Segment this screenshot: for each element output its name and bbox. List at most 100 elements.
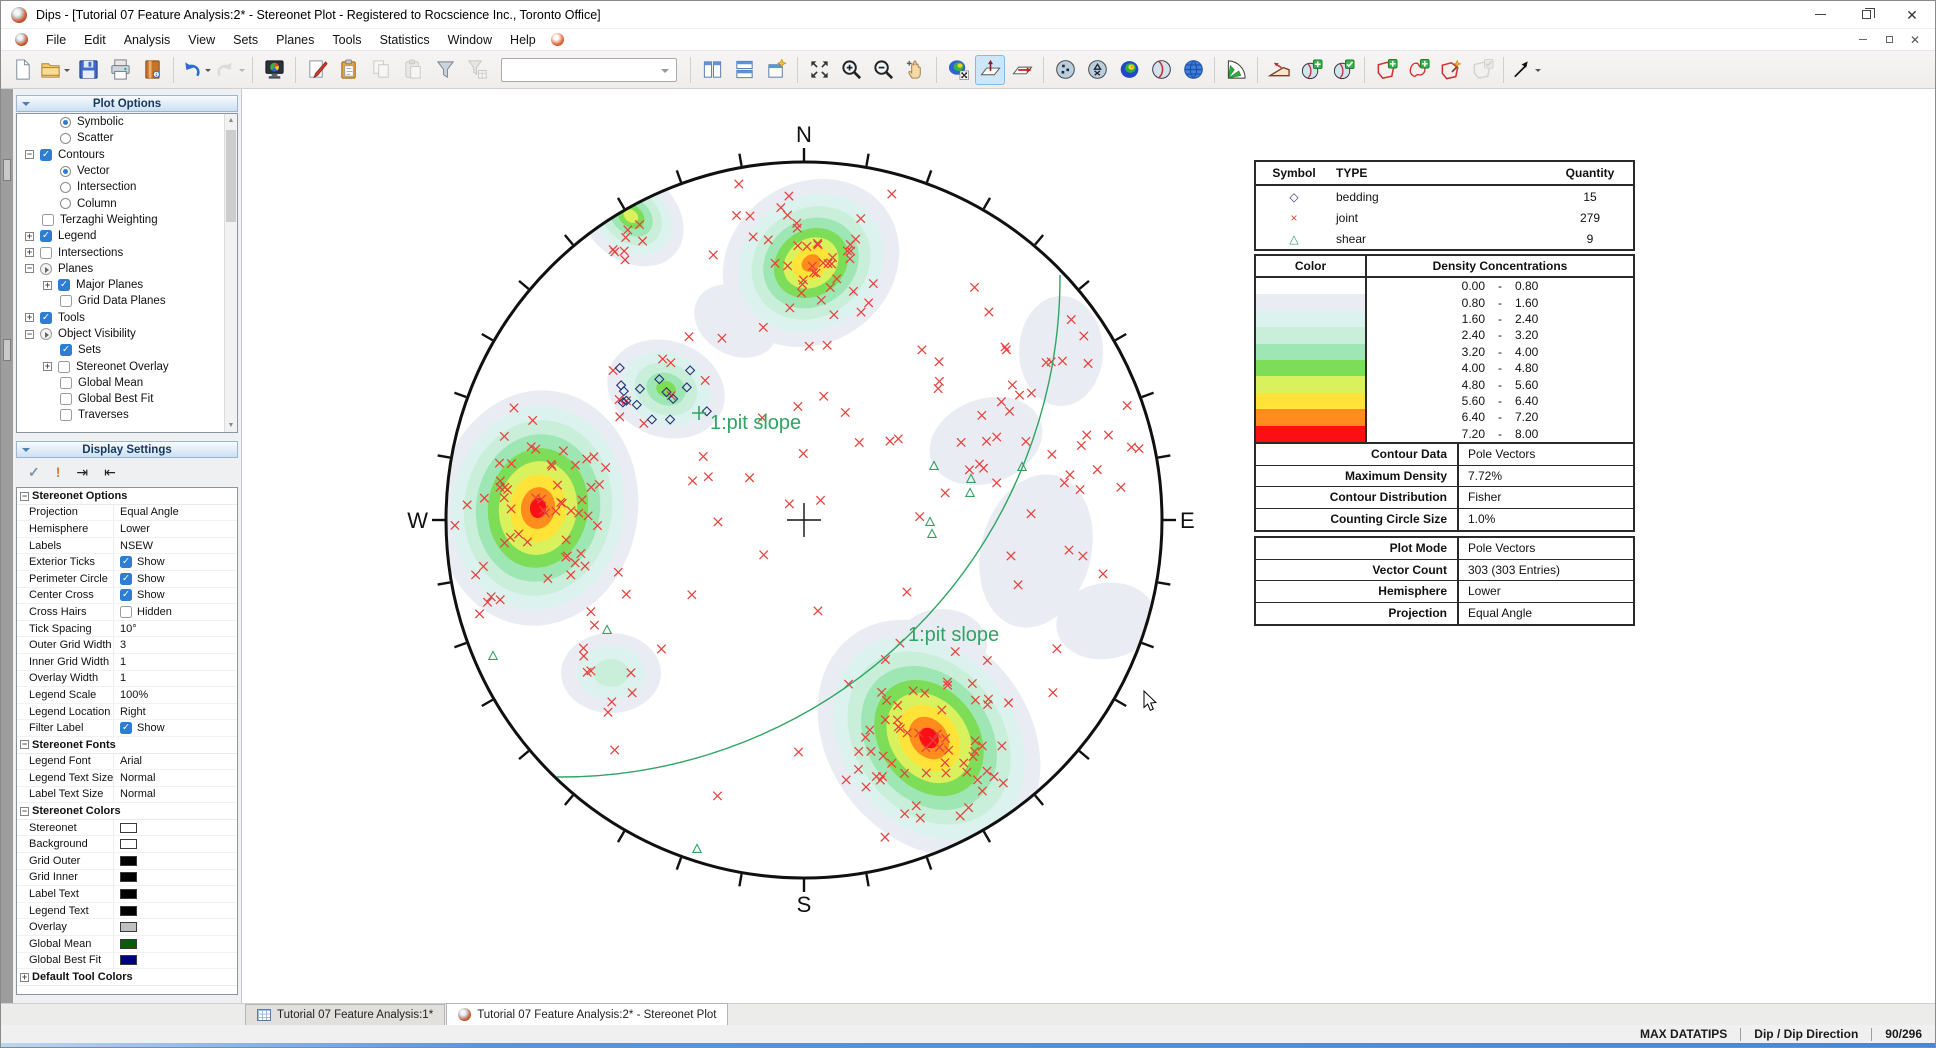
- prop-row-perimeter-circle[interactable]: Perimeter Circle✓Show: [17, 571, 237, 588]
- paste-button[interactable]: [398, 55, 428, 85]
- checkbox-icon[interactable]: ✓: [40, 149, 52, 161]
- tree-item-grid-data-planes[interactable]: Grid Data Planes: [17, 293, 237, 309]
- prop-row-legend-font[interactable]: Legend FontArial: [17, 754, 237, 771]
- zoom-in-button[interactable]: [836, 55, 866, 85]
- major-planes-button[interactable]: [1146, 55, 1176, 85]
- checkbox-icon[interactable]: ✓: [120, 722, 132, 734]
- open-file-button[interactable]: [39, 55, 71, 85]
- prop-row-tick-spacing[interactable]: Tick Spacing10°: [17, 621, 237, 638]
- tree-scrollbar[interactable]: ▲▼: [224, 114, 237, 432]
- filter-apply-button[interactable]: [462, 55, 492, 85]
- pole-plot-button[interactable]: [975, 55, 1005, 85]
- collapse-box-icon[interactable]: −: [20, 492, 29, 501]
- prop-row-filter-label[interactable]: Filter Label✓Show: [17, 720, 237, 737]
- import-settings-icon[interactable]: ⇤: [104, 464, 116, 481]
- prop-row-projection[interactable]: ProjectionEqual Angle: [17, 505, 237, 522]
- prop-row-inner-grid-width[interactable]: Inner Grid Width1: [17, 654, 237, 671]
- stereonet-zoom-button[interactable]: [943, 55, 973, 85]
- collapse-box-icon[interactable]: −: [20, 807, 29, 816]
- expand-box-icon[interactable]: +: [25, 313, 34, 322]
- child-window-icon[interactable]: [15, 33, 28, 46]
- expand-box-icon[interactable]: +: [20, 973, 29, 982]
- undo-button-dropdown[interactable]: [205, 69, 211, 75]
- menu-help[interactable]: Help: [501, 30, 545, 50]
- edit-planes-button[interactable]: [1328, 55, 1358, 85]
- add-plane-button[interactable]: [1296, 55, 1326, 85]
- color-swatch[interactable]: [120, 839, 137, 849]
- tree-item-vector[interactable]: Vector: [17, 163, 237, 179]
- prop-row-label-text-size[interactable]: Label Text SizeNormal: [17, 787, 237, 804]
- color-swatch[interactable]: [120, 889, 137, 899]
- tree-item-global-best-fit[interactable]: Global Best Fit: [17, 391, 237, 407]
- checkbox-icon[interactable]: [60, 295, 72, 307]
- radio-icon[interactable]: [60, 117, 71, 128]
- prop-group-default-tool-colors[interactable]: +Default Tool Colors: [17, 969, 237, 986]
- collapsed-panel-tab[interactable]: [3, 159, 11, 181]
- checkbox-icon[interactable]: [120, 606, 132, 618]
- tree-item-contours[interactable]: −✓Contours: [17, 147, 237, 163]
- tab-tutorial-07-feature-analysis-1[interactable]: Tutorial 07 Feature Analysis:1*: [245, 1004, 445, 1025]
- display-settings-header[interactable]: Display Settings: [16, 441, 238, 458]
- tree-item-object-visibility[interactable]: −Object Visibility: [17, 326, 237, 342]
- tree-item-sets[interactable]: ✓Sets: [17, 342, 237, 358]
- tile-horizontal-button[interactable]: [729, 55, 759, 85]
- tree-item-scatter[interactable]: Scatter: [17, 130, 237, 146]
- fit-extents-button[interactable]: [804, 55, 834, 85]
- tile-vertical-button[interactable]: [697, 55, 727, 85]
- tree-item-major-planes[interactable]: +✓Major Planes: [17, 277, 237, 293]
- checkbox-icon[interactable]: ✓: [40, 312, 52, 324]
- restore-button[interactable]: [1843, 1, 1889, 28]
- paste-append-button[interactable]: [334, 55, 364, 85]
- tree-item-intersections[interactable]: +Intersections: [17, 244, 237, 260]
- tree-item-planes[interactable]: −Planes: [17, 261, 237, 277]
- menu-analysis[interactable]: Analysis: [115, 30, 180, 50]
- prop-row-background[interactable]: Background: [17, 836, 237, 853]
- checkbox-icon[interactable]: [60, 409, 72, 421]
- refresh-warning-icon[interactable]: !: [56, 464, 61, 480]
- print-button[interactable]: [105, 55, 135, 85]
- checkbox-icon[interactable]: [40, 247, 52, 259]
- report-generator-button[interactable]: [137, 55, 167, 85]
- rosette-plot-button[interactable]: [1221, 55, 1251, 85]
- prop-row-center-cross[interactable]: Center Cross✓Show: [17, 588, 237, 605]
- collapsed-panel-tab[interactable]: [3, 339, 11, 361]
- prop-row-grid-outer[interactable]: Grid Outer: [17, 853, 237, 870]
- edit-set-button[interactable]: [1467, 55, 1497, 85]
- query-arrow-button-dropdown[interactable]: [1535, 69, 1541, 75]
- export-settings-icon[interactable]: ⇥: [76, 464, 88, 481]
- contour-plot-button[interactable]: [1114, 55, 1144, 85]
- zoom-out-button[interactable]: [868, 55, 898, 85]
- checkbox-icon[interactable]: [60, 377, 72, 389]
- child-close-button[interactable]: ✕: [1903, 31, 1927, 49]
- expand-box-icon[interactable]: +: [43, 362, 52, 371]
- tree-item-column[interactable]: Column: [17, 195, 237, 211]
- prop-row-labels[interactable]: LabelsNSEW: [17, 538, 237, 555]
- scroll-up-icon[interactable]: ▲: [225, 114, 237, 127]
- stereonet-plot-canvas[interactable]: NSEW1:pit slope1:pit slope: [242, 89, 1936, 1003]
- prop-row-legend-text[interactable]: Legend Text: [17, 903, 237, 920]
- prop-row-exterior-ticks[interactable]: Exterior Ticks✓Show: [17, 554, 237, 571]
- display-options-button[interactable]: [259, 55, 289, 85]
- overlay-globe-button[interactable]: [1178, 55, 1208, 85]
- prop-group-stereonet-options[interactable]: −Stereonet Options: [17, 488, 237, 505]
- menu-window[interactable]: Window: [439, 30, 501, 50]
- tree-item-intersection[interactable]: Intersection: [17, 179, 237, 195]
- tree-item-stereonet-overlay[interactable]: +Stereonet Overlay: [17, 358, 237, 374]
- color-swatch[interactable]: [120, 856, 137, 866]
- scatter-plot-button[interactable]: [1050, 55, 1080, 85]
- pan-button[interactable]: [900, 55, 930, 85]
- tree-item-global-mean[interactable]: Global Mean: [17, 375, 237, 391]
- expand-box-icon[interactable]: +: [25, 232, 34, 241]
- menu-planes[interactable]: Planes: [267, 30, 323, 50]
- tree-item-legend[interactable]: +✓Legend: [17, 228, 237, 244]
- close-button[interactable]: ✕: [1889, 1, 1935, 28]
- expand-box-icon[interactable]: +: [25, 248, 34, 257]
- set-wizard-button[interactable]: [1435, 55, 1465, 85]
- filter-combobox[interactable]: [501, 58, 677, 82]
- tree-item-tools[interactable]: +✓Tools: [17, 310, 237, 326]
- checkbox-icon[interactable]: [42, 214, 54, 226]
- color-swatch[interactable]: [120, 939, 137, 949]
- prop-row-outer-grid-width[interactable]: Outer Grid Width3: [17, 637, 237, 654]
- prop-row-global-mean[interactable]: Global Mean: [17, 936, 237, 953]
- tree-item-terzaghi-weighting[interactable]: Terzaghi Weighting: [17, 212, 237, 228]
